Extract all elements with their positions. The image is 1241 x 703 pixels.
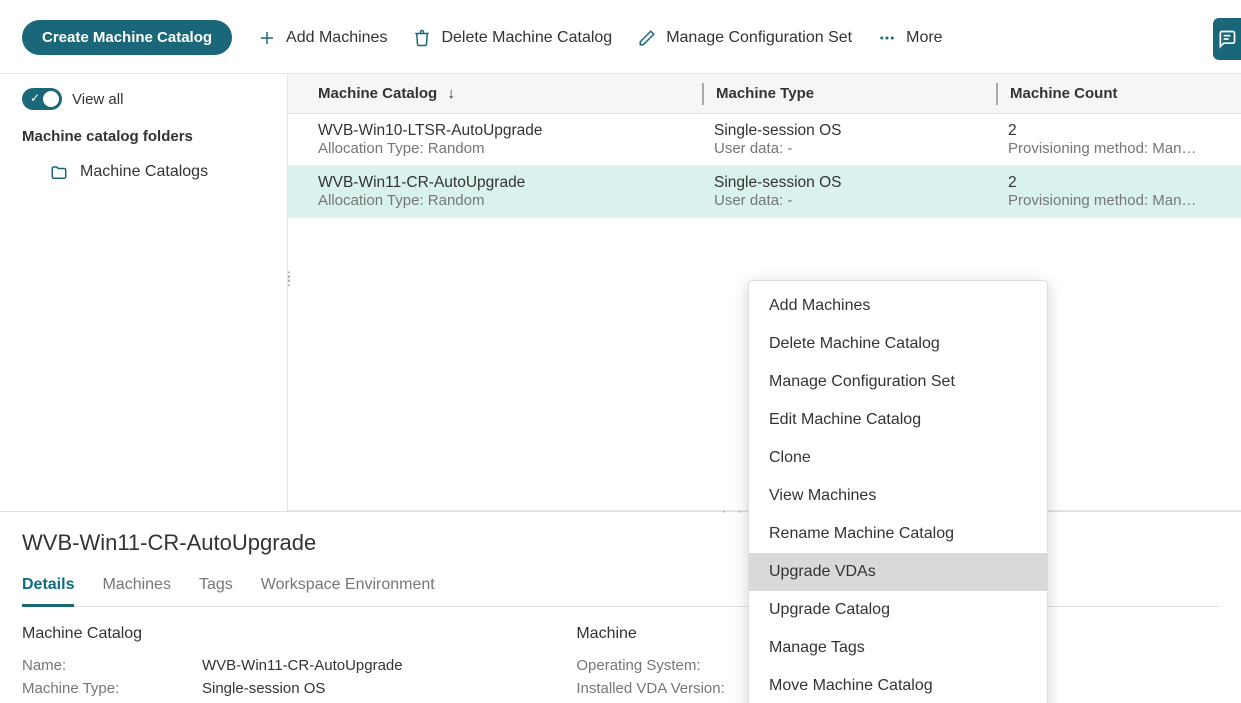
more-button[interactable]: More <box>878 29 942 47</box>
context-menu: Add Machines Delete Machine Catalog Mana… <box>748 280 1048 703</box>
view-all-row: ✓ View all <box>22 88 265 110</box>
view-all-toggle[interactable]: ✓ <box>22 88 62 110</box>
table-row[interactable]: WVB-Win10-LTSR-AutoUpgrade Allocation Ty… <box>288 114 1241 166</box>
detail-key: Installed VDA Version: <box>576 680 756 697</box>
row-name: WVB-Win11-CR-AutoUpgrade <box>318 174 690 192</box>
check-icon: ✓ <box>30 91 40 105</box>
pane-resize-handle-vertical[interactable]: ⋮⋮ <box>283 274 295 284</box>
tab-tags[interactable]: Tags <box>199 576 233 606</box>
tab-workspace-environment[interactable]: Workspace Environment <box>261 576 435 606</box>
manage-configuration-set-label: Manage Configuration Set <box>666 29 852 47</box>
delete-machine-catalog-label: Delete Machine Catalog <box>441 29 612 47</box>
sort-down-icon: ↓ <box>447 85 455 102</box>
row-provisioning: Provisioning method: Man… <box>1008 192 1229 209</box>
create-machine-catalog-button[interactable]: Create Machine Catalog <box>22 20 232 55</box>
row-type: Single-session OS <box>714 122 984 140</box>
view-all-label: View all <box>72 91 123 108</box>
row-provisioning: Provisioning method: Man… <box>1008 140 1229 157</box>
detail-machine-catalog: Machine Catalog Name: WVB-Win11-CR-AutoU… <box>22 625 516 703</box>
folder-icon <box>48 164 68 180</box>
context-upgrade-catalog[interactable]: Upgrade Catalog <box>749 591 1047 629</box>
delete-machine-catalog-button[interactable]: Delete Machine Catalog <box>413 29 612 47</box>
col-header-count[interactable]: Machine Count <box>996 83 1241 105</box>
main: ⋮⋮ Machine Catalog ↓ Machine Type Machin… <box>288 74 1241 511</box>
detail-key: Operating System: <box>576 657 756 674</box>
pencil-icon <box>638 29 656 47</box>
detail-left-heading: Machine Catalog <box>22 625 516 643</box>
feedback-icon[interactable] <box>1213 18 1241 60</box>
row-count: 2 <box>1008 122 1229 140</box>
tab-machines[interactable]: Machines <box>102 576 170 606</box>
manage-configuration-set-button[interactable]: Manage Configuration Set <box>638 29 852 47</box>
row-allocation: Allocation Type: Random <box>318 140 690 157</box>
row-count: 2 <box>1008 174 1229 192</box>
context-rename-machine-catalog[interactable]: Rename Machine Catalog <box>749 515 1047 553</box>
toolbar: Create Machine Catalog Add Machines Dele… <box>0 0 1241 74</box>
detail-key: Machine Type: <box>22 680 202 697</box>
row-type: Single-session OS <box>714 174 984 192</box>
table-row[interactable]: WVB-Win11-CR-AutoUpgrade Allocation Type… <box>288 166 1241 218</box>
folder-machine-catalogs[interactable]: Machine Catalogs <box>22 159 265 185</box>
col-header-catalog[interactable]: Machine Catalog <box>318 85 437 102</box>
context-edit-machine-catalog[interactable]: Edit Machine Catalog <box>749 401 1047 439</box>
context-manage-configuration-set[interactable]: Manage Configuration Set <box>749 363 1047 401</box>
context-manage-tags[interactable]: Manage Tags <box>749 629 1047 667</box>
context-add-machines[interactable]: Add Machines <box>749 287 1047 325</box>
table-header: Machine Catalog ↓ Machine Type Machine C… <box>288 74 1241 114</box>
detail-row: Machine Type: Single-session OS <box>22 680 516 697</box>
context-clone[interactable]: Clone <box>749 439 1047 477</box>
details-panel: WVB-Win11-CR-AutoUpgrade Details Machine… <box>0 511 1241 703</box>
body: ✓ View all Machine catalog folders Machi… <box>0 74 1241 511</box>
col-header-type[interactable]: Machine Type <box>702 83 996 105</box>
row-user-data: User data: - <box>714 140 984 157</box>
detail-value: Single-session OS <box>202 680 325 697</box>
detail-key: Name: <box>22 657 202 674</box>
context-view-machines[interactable]: View Machines <box>749 477 1047 515</box>
context-move-machine-catalog[interactable]: Move Machine Catalog <box>749 667 1047 703</box>
add-machines-label: Add Machines <box>286 29 387 47</box>
tab-details[interactable]: Details <box>22 576 74 607</box>
more-dots-icon <box>878 29 896 47</box>
context-upgrade-vdas[interactable]: Upgrade VDAs <box>749 553 1047 591</box>
context-delete-machine-catalog[interactable]: Delete Machine Catalog <box>749 325 1047 363</box>
row-allocation: Allocation Type: Random <box>318 192 690 209</box>
plus-icon <box>258 29 276 47</box>
detail-row: Name: WVB-Win11-CR-AutoUpgrade <box>22 657 516 674</box>
folder-label: Machine Catalogs <box>80 163 208 181</box>
add-machines-button[interactable]: Add Machines <box>258 29 387 47</box>
row-name: WVB-Win10-LTSR-AutoUpgrade <box>318 122 690 140</box>
more-label: More <box>906 29 942 47</box>
row-user-data: User data: - <box>714 192 984 209</box>
trash-icon <box>413 29 431 47</box>
sidebar: ✓ View all Machine catalog folders Machi… <box>0 74 288 511</box>
detail-value: WVB-Win11-CR-AutoUpgrade <box>202 657 403 674</box>
folder-tree-title: Machine catalog folders <box>22 128 265 145</box>
